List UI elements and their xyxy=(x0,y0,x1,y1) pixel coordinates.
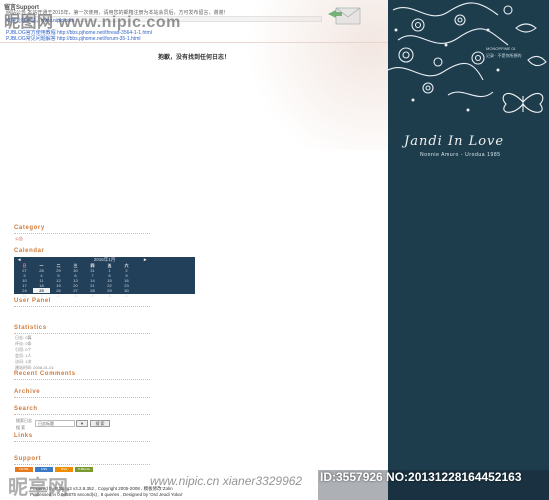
calendar-prev-button[interactable]: ◄ xyxy=(17,257,21,263)
side-panel-mini-label-1: MONOPFINE 01 xyxy=(486,46,516,51)
calendar-heading: Calendar xyxy=(14,248,45,254)
links-divider xyxy=(14,441,150,442)
watermark-url-text: www.nipic.cn xyxy=(150,474,220,488)
search-labels: 搜索日志 搜 索 xyxy=(16,417,32,431)
watermark-user: xianer3329962 xyxy=(222,474,303,488)
empty-log-message: 抱歉，没有找到任何日志！ xyxy=(157,55,230,61)
category-divider xyxy=(14,233,150,234)
calendar-month-label: 2016年1月 xyxy=(93,257,116,262)
recent-comments-heading: Recent Comments xyxy=(14,371,76,377)
search-heading: Search xyxy=(14,406,38,412)
side-panel-title: Jandi In Love xyxy=(404,134,505,149)
links-heading: Links xyxy=(14,433,33,439)
decorative-side-panel xyxy=(388,0,549,500)
calendar-day[interactable]: 2 xyxy=(50,293,67,298)
side-panel-mini-label-2: 记录 · 不是你所想的 xyxy=(486,53,522,58)
statistics-divider xyxy=(14,333,150,334)
header-divider xyxy=(0,42,388,43)
user-panel-divider xyxy=(14,306,150,307)
watermark-url: www.nipic.cn xianer3329962 xyxy=(150,474,302,488)
search-button[interactable]: 搜 索 xyxy=(90,420,110,427)
footer-badge[interactable]: PJBLOG xyxy=(75,467,93,472)
search-type-select[interactable]: ▼ xyxy=(76,420,88,427)
calendar-day[interactable]: 6 xyxy=(118,293,135,298)
notice-line-4: PJBLOG常见问题解答 http://bbs.pjhome.net/forum… xyxy=(6,35,141,42)
side-panel-subtitle: Nonnie Amuro - Urodua 1985 xyxy=(420,152,501,158)
calendar-day[interactable]: 4 xyxy=(84,293,101,298)
envelope-icon[interactable] xyxy=(328,6,362,26)
calendar-widget: ◄ 2016年1月 ► 日一二三四五六 27 28 29 30 31 1 2 3 4 5 6 7 8 9 10… xyxy=(14,257,195,298)
butterfly-icon xyxy=(502,92,544,113)
support-divider xyxy=(14,464,150,465)
watermark-top: 昵图网 www.nipic.com xyxy=(4,14,181,31)
search-label-2: 搜 索 xyxy=(16,425,26,430)
search-input[interactable]: 日志标题 xyxy=(35,420,75,427)
category-item[interactable]: 公告 xyxy=(15,236,23,242)
search-divider xyxy=(14,414,150,415)
archive-divider xyxy=(14,397,150,398)
calendar-day[interactable]: 5 xyxy=(101,293,118,298)
calendar-grid: 日一二三四五六 27 28 29 30 31 1 2 3 4 5 6 7 8 9 10 11 12 13 14 15 16… xyxy=(14,263,195,298)
calendar-header: ◄ 2016年1月 ► xyxy=(14,257,195,263)
search-label-1: 搜索日志 xyxy=(16,418,32,423)
calendar-day[interactable]: 3 xyxy=(67,293,84,298)
recent-comments-divider xyxy=(14,379,150,380)
image-id-label: ID:3557926 NO:20131228164452163 xyxy=(320,470,522,484)
watermark-brand: 昵享网 xyxy=(8,477,68,499)
user-panel-heading: User Panel xyxy=(14,298,52,304)
calendar-next-button[interactable]: ► xyxy=(143,257,147,263)
support-heading: Support xyxy=(14,456,42,462)
statistics-list: 日志: 0篇 评论: 0条 引用: 0个 会员: 1人 访问: 1次 建站时间:… xyxy=(15,335,54,371)
statistics-heading: Statistics xyxy=(14,325,47,331)
blog-main: 留言Support 网站公告 本站开通于2015年，第一次使用，请用您的邮箱注册… xyxy=(0,0,388,500)
category-heading: Category xyxy=(14,225,45,231)
archive-heading: Archive xyxy=(14,389,41,395)
